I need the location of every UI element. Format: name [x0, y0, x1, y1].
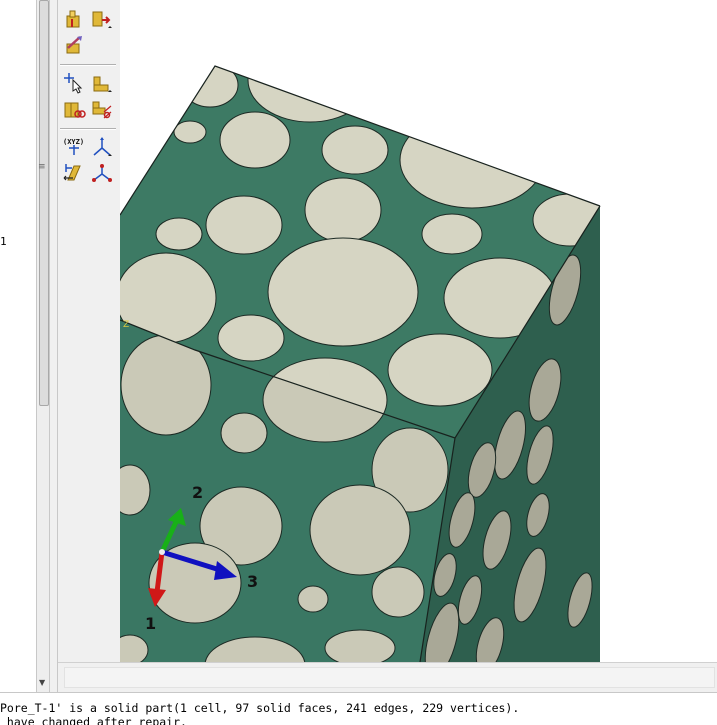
svg-text:(XYZ): (XYZ) [63, 138, 84, 146]
triad-axis-2-label: 2 [192, 483, 203, 502]
prompt-area [58, 662, 717, 692]
toolbox-panel: (XYZ) [58, 0, 120, 692]
toolbox-separator [60, 64, 116, 66]
scroll-down-arrow-icon[interactable]: ▼ [39, 678, 45, 687]
create-solid-extrude-icon[interactable] [62, 34, 86, 56]
create-datum-csys-icon[interactable] [90, 136, 114, 158]
prompt-field [64, 667, 715, 688]
measure-distance-icon[interactable] [62, 162, 86, 184]
message-line: Pore_T-1' is a solid part(1 cell, 97 sol… [0, 701, 520, 715]
triad-axis-1-label: 1 [145, 614, 156, 633]
message-line: have changed after repair. [0, 715, 187, 725]
model-tree-scrollbar[interactable]: ≡ ▼ [36, 0, 50, 692]
create-datum-axis-icon[interactable] [90, 72, 114, 94]
panel-divider[interactable] [50, 0, 58, 692]
message-area: Pore_T-1' is a solid part(1 cell, 97 sol… [0, 692, 717, 725]
partition-cell-icon[interactable] [62, 98, 86, 120]
vertex-label: Z [123, 320, 129, 330]
repair-geometry-icon[interactable] [90, 98, 114, 120]
create-part-icon[interactable] [62, 8, 86, 30]
part-manager-icon[interactable] [90, 8, 114, 30]
scrollbar-thumb[interactable] [39, 0, 49, 406]
scrollbar-grip-icon: ≡ [38, 162, 46, 172]
model-tree-node-label[interactable]: 1 [0, 235, 7, 248]
triad-axis-3-label: 3 [247, 572, 258, 591]
model-canvas[interactable]: Z 1 2 3 [120, 0, 717, 662]
create-datum-point-icon[interactable] [62, 72, 86, 94]
model-tree-panel: 1 [0, 0, 36, 692]
toolbox-separator [60, 128, 116, 130]
query-coordinates-icon[interactable]: (XYZ) [62, 136, 86, 158]
display-triad-icon[interactable] [90, 162, 114, 184]
viewport[interactable]: Z 1 2 3 [120, 0, 717, 662]
